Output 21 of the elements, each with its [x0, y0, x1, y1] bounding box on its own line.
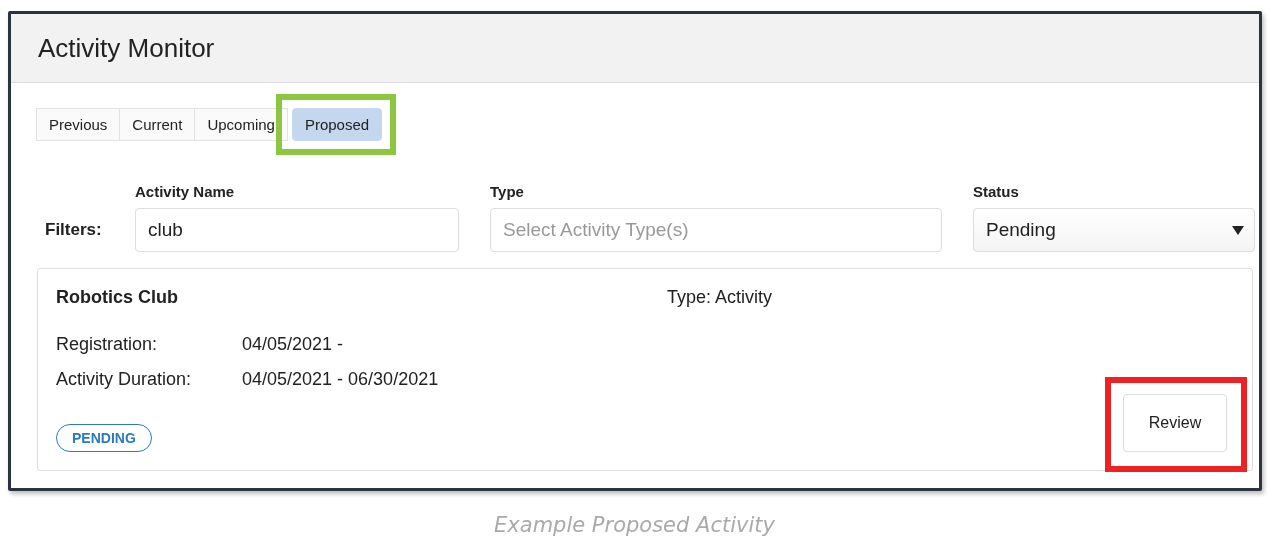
type-field[interactable]: Select Activity Type(s) [490, 208, 942, 252]
filters-label: Filters: [45, 220, 103, 240]
field-label: Type [490, 183, 525, 200]
caption: Example Proposed Activity [493, 513, 776, 537]
tab[interactable]: Proposed [291, 108, 383, 141]
window-title: Activity Monitor [38, 32, 215, 64]
detail-value: 04/05/2021 - 06/30/2021 [242, 369, 439, 390]
status-dropdown[interactable]: Pending [973, 208, 1255, 252]
detail-label: Registration: [56, 334, 159, 355]
activity-name: Robotics Club [56, 287, 179, 308]
detail-value: 04/05/2021 - [242, 334, 345, 355]
tab[interactable]: Upcoming [194, 108, 288, 141]
detail-label: Activity Duration: [56, 369, 193, 390]
activity-type: Type: Activity [667, 287, 774, 308]
tab[interactable]: Current [119, 108, 196, 141]
tab[interactable]: Previous [36, 108, 121, 141]
caret-icon [1232, 225, 1244, 235]
activity-name-field[interactable]: club [135, 208, 459, 252]
field-label: Activity Name [135, 183, 236, 200]
field-label: Status [973, 183, 1020, 200]
review-button[interactable]: Review [1123, 394, 1227, 452]
